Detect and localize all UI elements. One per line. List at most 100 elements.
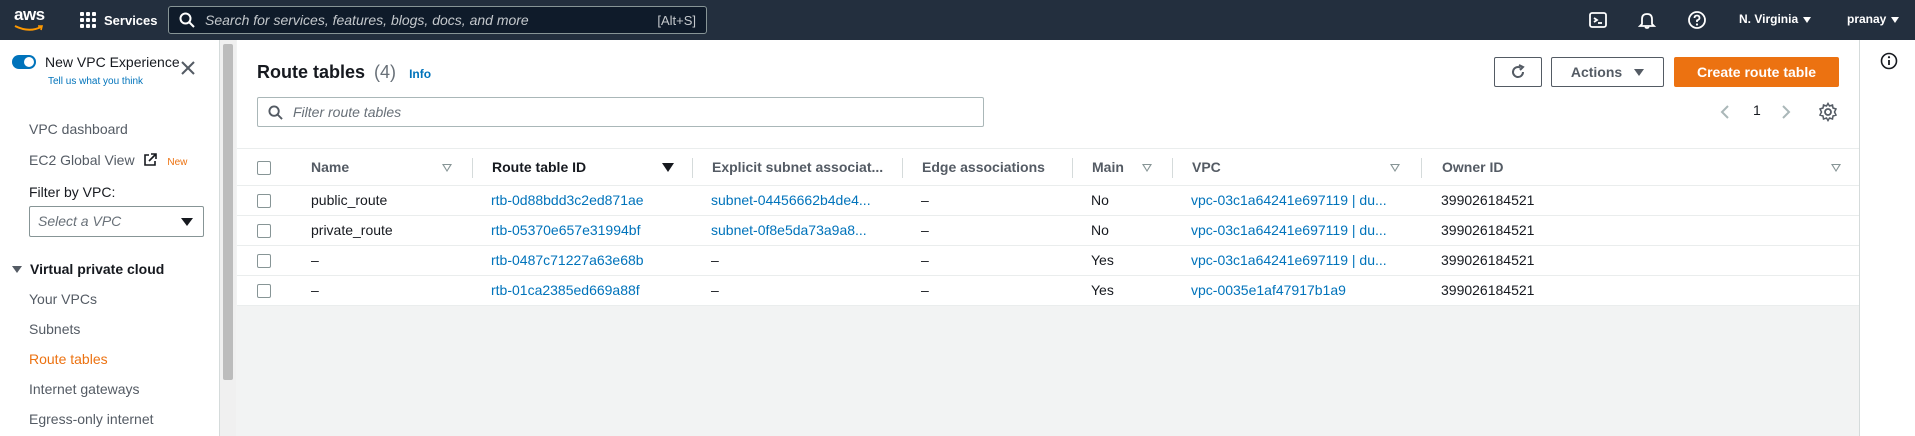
main-content: Route tables (4) Info Actions Create rou… — [237, 40, 1859, 436]
cell-route-table-id[interactable]: rtb-01ca2385ed669a88f — [491, 276, 686, 305]
route-table-filter[interactable] — [257, 97, 984, 127]
caret-down-icon — [1803, 16, 1812, 23]
help-icon[interactable] — [1687, 10, 1707, 30]
chevron-left-icon[interactable] — [1717, 103, 1735, 121]
scrollbar-thumb[interactable] — [223, 44, 233, 380]
cell-edge-associations: – — [921, 192, 929, 208]
route-tables-panel: Route tables (4) Info Actions Create rou… — [237, 40, 1859, 186]
column-divider[interactable] — [1072, 158, 1073, 178]
sidebar-item-subnets[interactable]: Subnets — [29, 321, 80, 337]
region-selector[interactable]: N. Virginia — [1739, 12, 1812, 26]
section-virtual-private-cloud[interactable]: Virtual private cloud — [12, 261, 164, 277]
region-label: N. Virginia — [1739, 12, 1799, 26]
cell-vpc[interactable]: vpc-0035e1af47917b1a9 — [1191, 276, 1416, 305]
top-navigation: aws Services [Alt+S] N. Virginia — [0, 0, 1915, 40]
cell-owner-id: 399026184521 — [1441, 282, 1535, 298]
select-all-checkbox[interactable] — [257, 161, 271, 175]
sidebar-scrollbar[interactable] — [220, 40, 236, 436]
cell-main: Yes — [1091, 282, 1114, 298]
sidebar-item-internet-gateways[interactable]: Internet gateways — [29, 381, 140, 397]
sort-icon[interactable] — [1142, 164, 1152, 172]
aws-logo[interactable]: aws — [14, 6, 48, 34]
bell-icon[interactable] — [1637, 10, 1657, 30]
column-divider[interactable] — [692, 158, 693, 178]
sort-descending-icon[interactable] — [662, 163, 674, 172]
new-vpc-experience-label: New VPC Experience — [45, 54, 180, 70]
sidebar-item-ec2-global-view[interactable]: EC2 Global View New — [29, 152, 187, 168]
cell-route-table-id[interactable]: rtb-0d88bdd3c2ed871ae — [491, 186, 686, 215]
gear-icon[interactable] — [1818, 102, 1838, 122]
row-checkbox[interactable] — [257, 284, 271, 298]
refresh-button[interactable] — [1494, 57, 1542, 87]
table-header: Name Route table ID Explicit subnet asso… — [237, 148, 1859, 186]
row-checkbox[interactable] — [257, 224, 271, 238]
page-title-text: Route tables — [257, 62, 366, 82]
new-badge: New — [167, 157, 188, 168]
column-header-edge-associations[interactable]: Edge associations — [922, 149, 1045, 186]
cell-vpc[interactable]: vpc-03c1a64241e697119 | du... — [1191, 246, 1416, 275]
table-row[interactable]: private_route rtb-05370e657e31994bf subn… — [237, 216, 1859, 246]
cell-edge-associations: – — [921, 282, 929, 298]
column-divider[interactable] — [1421, 158, 1422, 178]
feedback-link[interactable]: Tell us what you think — [48, 76, 143, 87]
cell-subnet-association[interactable]: subnet-04456662b4de4... — [711, 186, 896, 215]
cell-edge-associations: – — [921, 222, 929, 238]
row-checkbox[interactable] — [257, 254, 271, 268]
cloudshell-icon[interactable] — [1588, 10, 1608, 30]
page-number[interactable]: 1 — [1753, 102, 1761, 122]
sidebar-item-egress-only-internet[interactable]: Egress-only internet — [29, 411, 154, 427]
sidebar-item-route-tables[interactable]: Route tables — [29, 351, 108, 367]
table-row[interactable]: public_route rtb-0d88bdd3c2ed871ae subne… — [237, 186, 1859, 216]
sort-icon[interactable] — [1831, 164, 1841, 172]
actions-dropdown-button[interactable]: Actions — [1551, 57, 1664, 87]
column-divider[interactable] — [1172, 158, 1173, 178]
cell-vpc[interactable]: vpc-03c1a64241e697119 | du... — [1191, 186, 1416, 215]
global-search-input[interactable] — [205, 12, 645, 28]
cell-route-table-id[interactable]: rtb-0487c71227a63e68b — [491, 246, 686, 275]
services-label: Services — [104, 12, 158, 28]
new-vpc-experience-toggle[interactable] — [12, 55, 36, 69]
cell-route-table-id[interactable]: rtb-05370e657e31994bf — [491, 216, 686, 245]
sidebar-item-label: EC2 Global View — [29, 152, 135, 168]
cell-name: – — [311, 282, 319, 298]
info-icon[interactable] — [1880, 52, 1898, 70]
filter-input[interactable] — [293, 104, 973, 120]
global-search-box[interactable]: [Alt+S] — [168, 6, 707, 34]
row-checkbox[interactable] — [257, 194, 271, 208]
cell-main: No — [1091, 222, 1109, 238]
column-divider[interactable] — [472, 158, 473, 178]
vpc-filter-select[interactable]: Select a VPC — [29, 206, 204, 237]
create-route-table-button[interactable]: Create route table — [1674, 57, 1839, 87]
column-header-vpc[interactable]: VPC — [1192, 149, 1221, 186]
close-icon[interactable] — [180, 60, 196, 76]
column-header-explicit-subnet-associations[interactable]: Explicit subnet associat... — [712, 149, 883, 186]
search-shortcut-hint: [Alt+S] — [657, 13, 696, 28]
column-header-main[interactable]: Main — [1092, 149, 1124, 186]
chevron-right-icon[interactable] — [1776, 103, 1794, 121]
column-header-route-table-id[interactable]: Route table ID — [492, 149, 586, 186]
column-header-name[interactable]: Name — [311, 149, 349, 186]
caret-down-icon — [1634, 68, 1645, 76]
aws-smile-icon — [14, 25, 44, 31]
sidebar-item-vpc-dashboard[interactable]: VPC dashboard — [29, 121, 128, 137]
vpc-filter-placeholder: Select a VPC — [38, 213, 122, 229]
table-row[interactable]: – rtb-0487c71227a63e68b – – Yes vpc-03c1… — [237, 246, 1859, 276]
cell-vpc[interactable]: vpc-03c1a64241e697119 | du... — [1191, 216, 1416, 245]
external-link-icon — [144, 153, 158, 166]
caret-down-icon — [181, 218, 193, 226]
search-icon — [268, 104, 283, 120]
sort-icon[interactable] — [442, 164, 452, 172]
column-header-owner-id[interactable]: Owner ID — [1442, 149, 1503, 186]
cell-subnet-association[interactable]: subnet-0f8e5da73a9a8... — [711, 216, 896, 245]
refresh-icon — [1512, 64, 1525, 78]
cell-main: No — [1091, 192, 1109, 208]
services-menu-button[interactable]: Services — [80, 10, 158, 30]
collapse-triangle-icon — [12, 266, 22, 273]
table-row[interactable]: – rtb-01ca2385ed669a88f – – Yes vpc-0035… — [237, 276, 1859, 306]
account-menu[interactable]: pranay — [1847, 12, 1900, 26]
sidebar-item-your-vpcs[interactable]: Your VPCs — [29, 291, 97, 307]
column-divider[interactable] — [902, 158, 903, 178]
info-link[interactable]: Info — [409, 67, 431, 81]
grid-icon — [80, 12, 96, 28]
sort-icon[interactable] — [1390, 164, 1400, 172]
